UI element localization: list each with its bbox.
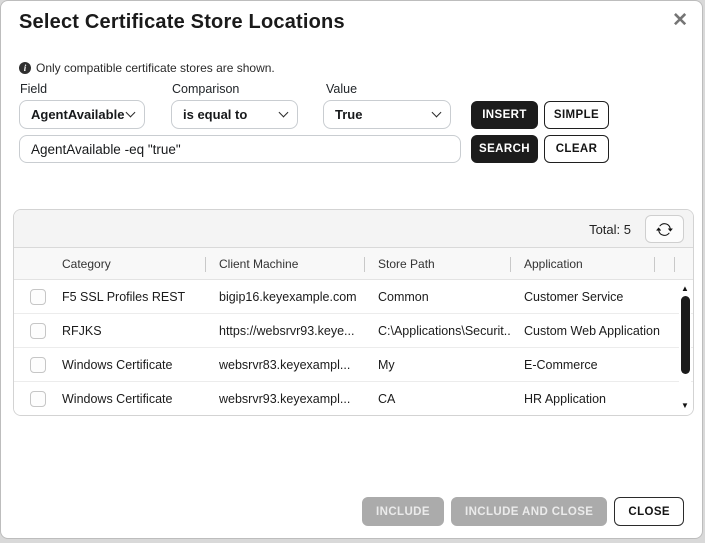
table-header-row: Category Client Machine Store Path Appli… [14,248,693,280]
table-toolbar: Total: 5 [14,210,693,248]
info-text: Only compatible certificate stores are s… [36,61,275,75]
value-label: Value [326,82,357,96]
total-count: Total: 5 [589,222,631,237]
cell-store-path: CA [364,392,510,406]
table-row: RFJKS https://websrvr93.keye... C:\Appli… [14,314,693,348]
table-row: Windows Certificate websrvr93.keyexampl.… [14,382,693,416]
comparison-label: Comparison [172,82,239,96]
cell-application: HR Application [510,392,674,406]
include-button[interactable]: INCLUDE [362,497,444,526]
cell-application: Customer Service [510,290,674,304]
comparison-select-value: is equal to [183,107,247,122]
arrows-rotate-icon [656,221,673,238]
certificate-store-table-panel: Total: 5 Category Client Machine Store P… [13,209,694,416]
select-certificate-store-locations-dialog: Select Certificate Store Locations ✕ i O… [0,0,703,539]
column-header-client-machine: Client Machine [205,257,298,271]
row-checkbox[interactable] [30,289,46,305]
value-select[interactable]: True [323,100,451,129]
row-checkbox[interactable] [30,357,46,373]
cell-client-machine: websrvr83.keyexampl... [205,358,364,372]
field-select-value: AgentAvailable [31,107,124,122]
info-banner: i Only compatible certificate stores are… [19,61,275,75]
cell-category: Windows Certificate [62,358,172,372]
query-input[interactable] [19,135,461,163]
close-button[interactable]: CLOSE [614,497,684,526]
clear-button[interactable]: CLEAR [544,135,609,163]
cell-store-path: C:\Applications\Securit... [364,324,510,338]
cell-category: F5 SSL Profiles REST [62,290,185,304]
value-select-value: True [335,107,362,122]
table-row: F5 SSL Profiles REST bigip16.keyexample.… [14,280,693,314]
column-header-category: Category [14,257,111,271]
close-icon[interactable]: ✕ [672,9,688,33]
insert-button[interactable]: INSERT [471,101,538,129]
row-checkbox[interactable] [30,323,46,339]
cell-client-machine: websrvr93.keyexampl... [205,392,364,406]
cell-category: Windows Certificate [62,392,172,406]
simple-button[interactable]: SIMPLE [544,101,609,129]
include-and-close-button[interactable]: INCLUDE AND CLOSE [451,497,607,526]
chevron-down-icon [279,108,289,118]
cell-category: RFJKS [62,324,102,338]
table-row: Windows Certificate websrvr83.keyexampl.… [14,348,693,382]
column-header-store-path: Store Path [364,257,435,271]
cell-store-path: Common [364,290,510,304]
cell-application: E-Commerce [510,358,674,372]
field-select[interactable]: AgentAvailable [19,100,145,129]
scrollbar-thumb[interactable] [681,296,690,374]
field-label: Field [20,82,47,96]
info-icon: i [19,62,31,74]
table-scrollbar[interactable]: ▲ ▼ [679,282,691,413]
cell-application: Custom Web Application [510,324,674,338]
chevron-down-icon [126,108,136,118]
comparison-select[interactable]: is equal to [171,100,298,129]
column-header-application: Application [510,257,583,271]
search-button[interactable]: SEARCH [471,135,538,163]
row-checkbox[interactable] [30,391,46,407]
refresh-button[interactable] [645,215,684,243]
scroll-up-icon[interactable]: ▲ [679,284,691,294]
dialog-footer: INCLUDE INCLUDE AND CLOSE CLOSE [362,497,684,526]
cell-client-machine: https://websrvr93.keye... [205,324,364,338]
dialog-title: Select Certificate Store Locations [19,11,345,34]
cell-client-machine: bigip16.keyexample.com [205,290,364,304]
scroll-down-icon[interactable]: ▼ [679,401,691,411]
chevron-down-icon [432,108,442,118]
cell-store-path: My [364,358,510,372]
